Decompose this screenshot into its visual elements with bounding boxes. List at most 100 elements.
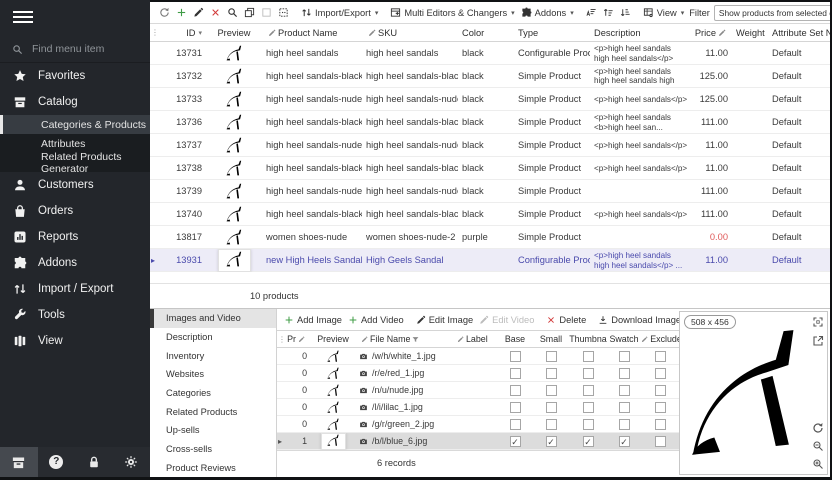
copy-button[interactable] [241, 3, 258, 23]
edit-image-button[interactable]: Edit Image [413, 310, 476, 330]
image-row-selected[interactable]: ▸ 1 /b/l/blue_6.jpg ✓ ✓ ✓ ✓ [277, 433, 680, 450]
sidebar-item-reports[interactable]: Reports [0, 224, 150, 250]
small-checkbox[interactable] [546, 419, 557, 430]
product-row[interactable]: 13739 high heel sandals-nude-37 high hee… [150, 180, 830, 203]
col-header-preview[interactable]: Preview [311, 334, 355, 344]
col-header-price[interactable]: Price [692, 28, 732, 38]
edit-product-button[interactable] [190, 3, 207, 23]
col-header-sku[interactable]: SKU [362, 28, 458, 38]
col-header-thumbnail[interactable]: Thumbna [569, 334, 607, 344]
product-row[interactable]: 13733 high heel sandals-nude high heel s… [150, 88, 830, 111]
thumbnail-checkbox[interactable] [583, 368, 594, 379]
col-header-description[interactable]: Description [590, 28, 692, 38]
col-header-pr[interactable]: Pr [287, 334, 311, 344]
small-checkbox[interactable] [546, 368, 557, 379]
open-external-icon[interactable] [812, 335, 824, 347]
collapse-rows-button[interactable] [617, 3, 634, 23]
refresh-button[interactable] [156, 3, 173, 23]
exclude-checkbox[interactable] [655, 436, 666, 447]
search-products-button[interactable] [224, 3, 241, 23]
swatch-checkbox[interactable]: ✓ [619, 436, 630, 447]
multi-editors-button[interactable]: Multi Editors & Changers ▾ [387, 3, 517, 23]
addons-button[interactable]: Addons ▾ [518, 3, 577, 23]
tab-description[interactable]: Description [150, 328, 276, 347]
image-row[interactable]: 0 /w/h/white_1.jpg [277, 348, 680, 365]
sidebar-item-tools[interactable]: Tools [0, 302, 150, 328]
image-preview[interactable]: 508 x 456 [679, 311, 828, 475]
swatch-checkbox[interactable] [619, 351, 630, 362]
base-checkbox[interactable]: ✓ [510, 436, 521, 447]
view-button[interactable]: View ▾ [640, 3, 688, 23]
tab-inventory[interactable]: Inventory [150, 346, 276, 365]
product-row[interactable]: 13732 high heel sandals-black high heel … [150, 65, 830, 88]
tab-up-sells[interactable]: Up-sells [150, 421, 276, 440]
swatch-checkbox[interactable] [619, 402, 630, 413]
sidebar-item-catalog[interactable]: Catalog [0, 89, 150, 115]
sidebar-item-categories-products[interactable]: Categories & Products [0, 115, 150, 134]
sidebar-item-orders[interactable]: Orders [0, 198, 150, 224]
sidebar-item-view[interactable]: View [0, 328, 150, 354]
download-image-button[interactable]: Download Image [595, 310, 680, 330]
product-row[interactable]: 13738 high heel sandals-black-37 high he… [150, 157, 830, 180]
col-header-swatch[interactable]: Swatch [607, 334, 641, 344]
add-video-button[interactable]: Add Video [345, 310, 407, 330]
search-input[interactable] [32, 43, 132, 55]
sidebar-item-favorites[interactable]: Favorites [0, 63, 150, 89]
swatch-checkbox[interactable] [619, 368, 630, 379]
sidebar-item-customers[interactable]: Customers [0, 172, 150, 198]
lock-button[interactable] [75, 447, 113, 477]
paste-special-button[interactable] [275, 3, 292, 23]
exclude-checkbox[interactable] [655, 351, 666, 362]
sidebar-item-addons[interactable]: Addons [0, 250, 150, 276]
tab-categories[interactable]: Categories [150, 384, 276, 403]
help-button[interactable]: ? [38, 447, 76, 477]
exclude-checkbox[interactable] [655, 402, 666, 413]
image-row[interactable]: 0 /r/e/red_1.jpg [277, 365, 680, 382]
swatch-checkbox[interactable] [619, 419, 630, 430]
col-header-attribute-set[interactable]: Attribute Set Name [768, 28, 830, 38]
add-image-button[interactable]: Add Image [281, 310, 345, 330]
base-checkbox[interactable] [510, 368, 521, 379]
tab-cross-sells[interactable]: Cross-sells [150, 440, 276, 459]
sidebar-search[interactable] [0, 36, 150, 63]
small-checkbox[interactable] [546, 385, 557, 396]
col-header-small[interactable]: Small [533, 334, 569, 344]
import-export-button[interactable]: Import/Export ▾ [298, 3, 381, 23]
col-header-type[interactable]: Type [514, 28, 590, 38]
product-row[interactable]: 13737 high heel sandals-nude-36 high hee… [150, 134, 830, 157]
product-row[interactable]: 13736 high heel sandals-black-36 high he… [150, 111, 830, 134]
settings-button[interactable] [113, 447, 151, 477]
col-header-color[interactable]: Color [458, 28, 514, 38]
small-checkbox[interactable] [546, 402, 557, 413]
product-row[interactable]: 13731 high heel sandals high heel sandal… [150, 42, 830, 65]
tab-related-products[interactable]: Related Products [150, 402, 276, 421]
sidebar-item-import-export[interactable]: Import / Export [0, 276, 150, 302]
filter-select[interactable]: Show products from selected categories ▾ [714, 5, 830, 21]
header-handle-icon[interactable]: ⋮ [150, 28, 162, 37]
fit-to-screen-icon[interactable] [812, 316, 824, 328]
zoom-out-icon[interactable] [812, 440, 824, 452]
thumbnail-checkbox[interactable] [583, 419, 594, 430]
base-checkbox[interactable] [510, 351, 521, 362]
col-header-file-name[interactable]: File Name [355, 334, 451, 344]
small-checkbox[interactable] [546, 351, 557, 362]
sort-az-button[interactable] [583, 3, 600, 23]
paste-button[interactable] [258, 3, 275, 23]
thumbnail-checkbox[interactable]: ✓ [583, 436, 594, 447]
col-header-id[interactable]: ID▾ [162, 28, 206, 38]
small-checkbox[interactable]: ✓ [546, 436, 557, 447]
col-header-label[interactable]: Label [451, 334, 497, 344]
product-row[interactable]: 13817 women shoes-nude women shoes-nude-… [150, 226, 830, 249]
tab-product-reviews[interactable]: Product Reviews [150, 458, 276, 477]
exclude-checkbox[interactable] [655, 368, 666, 379]
expand-rows-button[interactable] [600, 3, 617, 23]
rotate-icon[interactable] [812, 422, 824, 434]
store-button[interactable] [0, 447, 38, 477]
edit-video-button[interactable]: Edit Video [476, 310, 537, 330]
col-header-weight[interactable]: Weight [732, 28, 768, 38]
exclude-checkbox[interactable] [655, 385, 666, 396]
delete-product-button[interactable] [207, 3, 224, 23]
product-row-selected[interactable]: ▸ 13931 new High Heels Sandals High Geel… [150, 249, 830, 272]
thumbnail-checkbox[interactable] [583, 351, 594, 362]
image-row[interactable]: 0 /g/r/green_2.jpg [277, 416, 680, 433]
